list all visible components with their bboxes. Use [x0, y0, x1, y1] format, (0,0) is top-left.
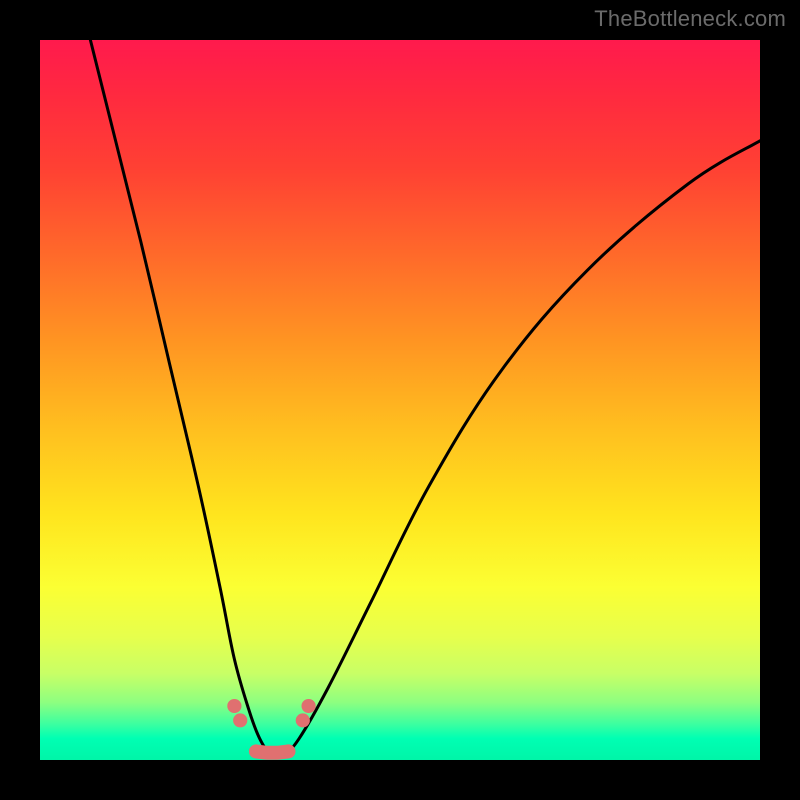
curve-svg	[40, 40, 760, 760]
bottleneck-curve	[90, 40, 760, 755]
chart-frame: TheBottleneck.com	[0, 0, 800, 800]
plot-area	[40, 40, 760, 760]
watermark-text: TheBottleneck.com	[594, 6, 786, 32]
bottom-marker-segment	[234, 706, 308, 753]
